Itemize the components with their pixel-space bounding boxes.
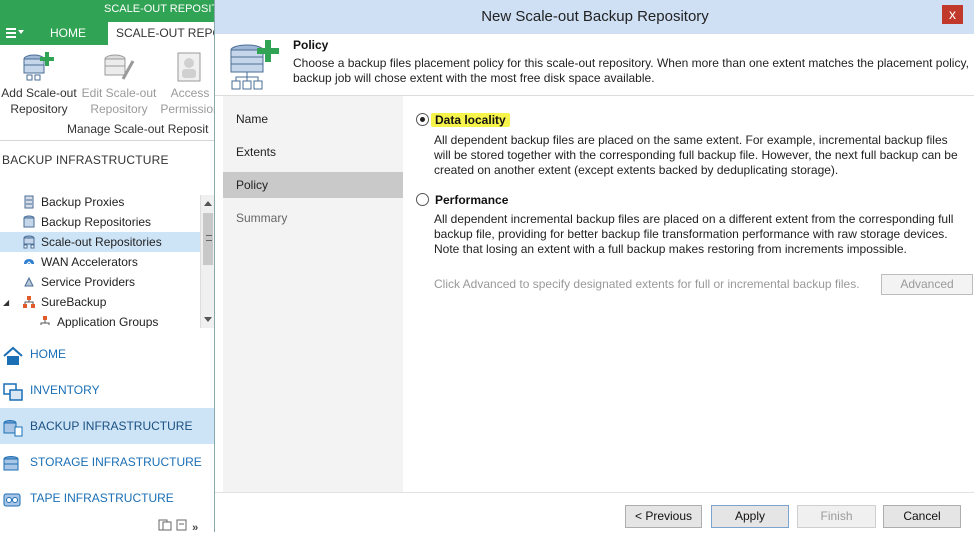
main-menu-button[interactable] bbox=[2, 24, 28, 43]
edit-button-line2: Repository bbox=[90, 102, 148, 116]
access-permissions-icon bbox=[172, 51, 208, 83]
access-button-line1: Access bbox=[170, 86, 210, 100]
app-title-bar: SCALE-OUT REPOSITO bbox=[0, 0, 226, 22]
tree-item-surebackup[interactable]: SureBackup bbox=[22, 292, 106, 312]
advanced-hint: Click Advanced to specify designated ext… bbox=[434, 277, 860, 291]
infrastructure-tree: Backup Proxies Backup Repositories Scale… bbox=[0, 192, 214, 328]
nav-backup-infrastructure[interactable]: BACKUP INFRASTRUCTURE bbox=[0, 408, 214, 444]
performance-label[interactable]: Performance bbox=[435, 193, 508, 207]
nav-home[interactable]: HOME bbox=[0, 336, 214, 372]
tree-item-label: Service Providers bbox=[41, 275, 136, 289]
wizard-header: Policy Choose a backup files placement p… bbox=[215, 34, 974, 96]
tree-item-backup-proxies[interactable]: Backup Proxies bbox=[22, 192, 124, 212]
ribbon: Add Scale-out Repository Edit Scale-out … bbox=[0, 45, 220, 141]
backup-infrastructure-icon bbox=[2, 416, 24, 437]
scale-out-repository-icon bbox=[227, 40, 281, 92]
tree-item-wan-accelerators[interactable]: WAN Accelerators bbox=[22, 252, 138, 272]
access-permissions-button[interactable]: Access Permission bbox=[160, 51, 220, 117]
scaleout-repository-icon bbox=[22, 235, 36, 249]
previous-button[interactable]: < Previous bbox=[625, 505, 702, 528]
policy-panel: Data locality All dependent backup files… bbox=[405, 96, 974, 492]
data-locality-option[interactable]: Data locality bbox=[431, 113, 510, 127]
nav-label: TAPE INFRASTRUCTURE bbox=[30, 491, 174, 505]
tree-item-application-groups[interactable]: Application Groups bbox=[38, 312, 158, 328]
tape-icon bbox=[2, 488, 24, 508]
new-scale-out-repository-dialog: New Scale-out Backup Repository x Policy… bbox=[214, 0, 974, 532]
history-icon[interactable] bbox=[175, 519, 189, 531]
step-extents[interactable]: Extents bbox=[223, 139, 403, 165]
edit-scale-out-repository-button[interactable]: Edit Scale-out Repository bbox=[80, 51, 158, 117]
ribbon-tabs: HOME SCALE-OUT REPO bbox=[0, 22, 216, 45]
scroll-down-icon[interactable] bbox=[204, 317, 212, 322]
tree-scrollbar[interactable] bbox=[200, 195, 214, 328]
close-button[interactable]: x bbox=[942, 5, 963, 24]
ribbon-group-label: Manage Scale-out Reposit bbox=[67, 122, 209, 136]
tab-scale-out-repository[interactable]: SCALE-OUT REPO bbox=[108, 22, 216, 45]
nav-label: BACKUP INFRASTRUCTURE bbox=[30, 419, 193, 433]
home-icon bbox=[2, 344, 24, 365]
add-repository-icon bbox=[21, 51, 57, 83]
tree-item-label: Backup Proxies bbox=[41, 195, 125, 209]
wizard-steps: Name Extents Policy Summary bbox=[223, 96, 403, 492]
nav-label: HOME bbox=[30, 347, 66, 361]
storage-icon bbox=[2, 452, 24, 472]
cloud-provider-icon bbox=[22, 275, 36, 289]
step-summary: Summary bbox=[236, 211, 288, 225]
tree-item-label: WAN Accelerators bbox=[41, 255, 138, 269]
dialog-title: New Scale-out Backup Repository bbox=[481, 8, 709, 25]
add-scale-out-repository-button[interactable]: Add Scale-out Repository bbox=[0, 51, 78, 117]
server-icon bbox=[22, 195, 36, 209]
files-icon[interactable] bbox=[158, 519, 172, 531]
app-title: SCALE-OUT REPOSITO bbox=[104, 3, 227, 15]
performance-description: All dependent incremental backup files a… bbox=[434, 212, 954, 256]
wizard-footer: < Previous Apply Finish Cancel bbox=[215, 492, 974, 532]
navigation-pane-title: BACKUP INFRASTRUCTURE bbox=[2, 153, 169, 167]
expand-arrow-icon[interactable]: ◢ bbox=[3, 298, 9, 307]
dialog-title-bar[interactable]: New Scale-out Backup Repository x bbox=[215, 0, 974, 34]
tab-home[interactable]: HOME bbox=[42, 22, 94, 45]
cancel-button[interactable]: Cancel bbox=[883, 505, 961, 528]
access-button-line2: Permission bbox=[160, 102, 220, 116]
veeam-console: SCALE-OUT REPOSITO HOME SCALE-OUT REPO A… bbox=[0, 0, 226, 534]
edit-button-line1: Edit Scale-out bbox=[81, 86, 157, 100]
finish-button[interactable]: Finish bbox=[797, 505, 876, 528]
wan-accelerator-icon bbox=[22, 255, 36, 269]
tree-item-scale-out-repositories[interactable]: Scale-out Repositories bbox=[0, 232, 200, 252]
surebackup-icon bbox=[22, 295, 36, 309]
repository-icon bbox=[22, 215, 36, 229]
tree-item-label: Scale-out Repositories bbox=[41, 235, 162, 249]
data-locality-label: Data locality bbox=[431, 113, 510, 127]
scroll-grip-icon bbox=[206, 235, 212, 241]
performance-radio[interactable] bbox=[416, 193, 429, 206]
nav-label: INVENTORY bbox=[30, 383, 100, 397]
tree-item-label: SureBackup bbox=[41, 295, 107, 309]
nav-storage-infrastructure[interactable]: STORAGE INFRASTRUCTURE bbox=[0, 444, 214, 480]
tree-item-service-providers[interactable]: Service Providers bbox=[22, 272, 135, 292]
more-icon[interactable]: » bbox=[192, 522, 198, 534]
data-locality-radio[interactable] bbox=[416, 113, 429, 126]
scroll-up-icon[interactable] bbox=[204, 201, 212, 206]
chevron-down-icon bbox=[18, 30, 24, 34]
data-locality-description: All dependent backup files are placed on… bbox=[434, 133, 958, 177]
tree-item-label: Backup Repositories bbox=[41, 215, 152, 229]
step-title: Policy bbox=[293, 38, 329, 52]
step-description: Choose a backup files placement policy f… bbox=[293, 56, 969, 85]
nav-tape-infrastructure[interactable]: TAPE INFRASTRUCTURE bbox=[0, 480, 214, 516]
step-name[interactable]: Name bbox=[223, 106, 403, 132]
nav-inventory[interactable]: INVENTORY bbox=[0, 372, 214, 408]
hamburger-icon bbox=[6, 28, 16, 38]
application-group-icon bbox=[38, 315, 52, 328]
tree-item-label: Application Groups bbox=[57, 315, 159, 328]
inventory-icon bbox=[2, 380, 24, 401]
edit-repository-icon bbox=[101, 51, 137, 83]
advanced-button[interactable]: Advanced bbox=[881, 274, 973, 295]
tree-item-backup-repositories[interactable]: Backup Repositories bbox=[22, 212, 151, 232]
nav-label: STORAGE INFRASTRUCTURE bbox=[30, 455, 202, 469]
add-button-line2: Repository bbox=[10, 102, 68, 116]
add-button-line1: Add Scale-out bbox=[1, 86, 77, 100]
step-policy[interactable]: Policy bbox=[223, 172, 403, 198]
apply-button[interactable]: Apply bbox=[711, 505, 789, 528]
